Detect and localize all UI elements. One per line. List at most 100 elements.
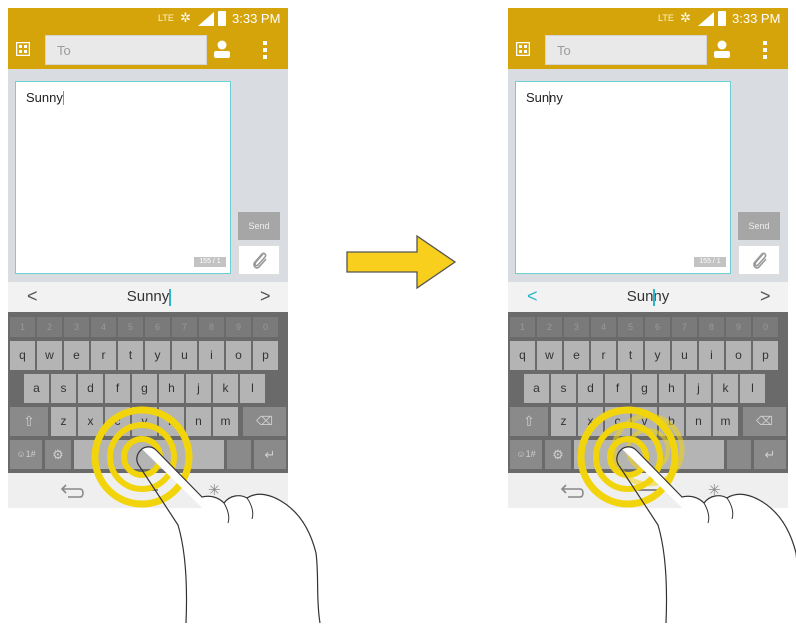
compose-icon[interactable] [16,42,30,56]
contact-icon[interactable] [714,40,730,58]
shift-key[interactable]: ⇧ [510,407,548,436]
letter-key[interactable]: j [186,374,211,403]
number-key[interactable]: 9 [726,317,751,337]
letter-key[interactable]: a [524,374,549,403]
letter-key[interactable]: f [105,374,130,403]
settings-key[interactable]: ⚙ [45,440,71,469]
letter-key[interactable]: i [699,341,724,370]
letter-key[interactable]: t [618,341,643,370]
battery-icon [718,11,726,26]
recipient-placeholder: To [57,43,71,58]
number-key[interactable]: 7 [172,317,197,337]
letter-key[interactable]: s [51,374,76,403]
tap-ripple [91,406,193,508]
number-key[interactable]: 4 [91,317,116,337]
letter-key[interactable]: f [605,374,630,403]
back-icon[interactable] [60,481,86,499]
letter-key[interactable]: k [213,374,238,403]
message-input[interactable]: Sunny 155 / 1 [515,81,731,274]
number-key[interactable]: 9 [226,317,251,337]
letter-key[interactable]: a [24,374,49,403]
letter-key[interactable]: e [64,341,89,370]
signal-icon [698,12,714,26]
letter-key[interactable]: u [672,341,697,370]
letter-key[interactable]: w [537,341,562,370]
letter-key[interactable]: e [564,341,589,370]
network-type: LTE [158,13,174,23]
number-key[interactable]: 3 [564,317,589,337]
attach-button[interactable] [238,245,280,275]
number-key[interactable]: 6 [145,317,170,337]
recipient-field[interactable]: To [545,35,707,65]
number-key[interactable]: 7 [672,317,697,337]
letter-key[interactable]: q [510,341,535,370]
letter-key[interactable]: p [253,341,278,370]
send-button[interactable]: Send [238,212,280,240]
suggestion-word[interactable]: Sunny [8,288,288,305]
number-key[interactable]: 2 [37,317,62,337]
letter-key[interactable]: j [686,374,711,403]
letter-key[interactable]: p [753,341,778,370]
status-bar: LTE ✲ 3:33 PM [8,8,288,29]
send-button[interactable]: Send [738,212,780,240]
shift-icon: ⇧ [23,413,35,429]
letter-key[interactable]: d [578,374,603,403]
letter-key[interactable]: d [78,374,103,403]
letter-key[interactable]: q [10,341,35,370]
letter-key[interactable]: t [118,341,143,370]
network-type: LTE [658,13,674,23]
number-key[interactable]: 4 [591,317,616,337]
letter-key[interactable]: l [740,374,765,403]
letter-key[interactable]: k [713,374,738,403]
suggestion-right-icon[interactable]: > [260,286,271,307]
number-key[interactable]: 1 [10,317,35,337]
letter-key[interactable]: r [91,341,116,370]
letter-key[interactable]: u [172,341,197,370]
letter-key[interactable]: r [591,341,616,370]
attach-button[interactable] [738,245,780,275]
number-key[interactable]: 1 [510,317,535,337]
letter-key[interactable]: h [159,374,184,403]
number-key[interactable]: 0 [253,317,278,337]
number-key[interactable]: 2 [537,317,562,337]
letter-key[interactable]: o [226,341,251,370]
letter-key[interactable]: y [645,341,670,370]
number-key[interactable]: 0 [753,317,778,337]
letter-key[interactable]: y [145,341,170,370]
overflow-menu-icon[interactable] [763,41,767,59]
letter-key[interactable]: h [659,374,684,403]
message-text: Sunny [26,90,63,105]
letter-key[interactable]: z [51,407,76,436]
symbols-key[interactable]: ☺1# [510,440,542,469]
number-key[interactable]: 6 [645,317,670,337]
contact-icon[interactable] [214,40,230,58]
letter-key[interactable]: l [240,374,265,403]
message-input[interactable]: Sunny 155 / 1 [15,81,231,274]
number-key[interactable]: 5 [118,317,143,337]
suggestion-right-icon[interactable]: > [760,286,771,307]
suggestion-cursor [653,289,655,306]
recipient-field[interactable]: To [45,35,207,65]
character-counter: 155 / 1 [694,257,726,267]
clock: 3:33 PM [732,11,781,26]
number-key[interactable]: 5 [618,317,643,337]
letter-key[interactable]: s [551,374,576,403]
letter-key[interactable]: g [632,374,657,403]
suggestion-cursor [169,289,171,306]
overflow-menu-icon[interactable] [263,41,267,59]
number-key[interactable]: 8 [199,317,224,337]
letter-key[interactable]: g [132,374,157,403]
letter-key[interactable]: i [199,341,224,370]
suggestion-word[interactable]: Sunny [508,288,788,305]
shift-key[interactable]: ⇧ [10,407,48,436]
symbols-key[interactable]: ☺1# [10,440,42,469]
settings-key[interactable]: ⚙ [545,440,571,469]
number-key[interactable]: 3 [64,317,89,337]
message-area: Sunny 155 / 1 Send [508,69,788,282]
letter-key[interactable]: w [37,341,62,370]
battery-icon [218,11,226,26]
letter-key[interactable]: o [726,341,751,370]
number-key[interactable]: 8 [699,317,724,337]
clock: 3:33 PM [232,11,281,26]
compose-icon[interactable] [516,42,530,56]
